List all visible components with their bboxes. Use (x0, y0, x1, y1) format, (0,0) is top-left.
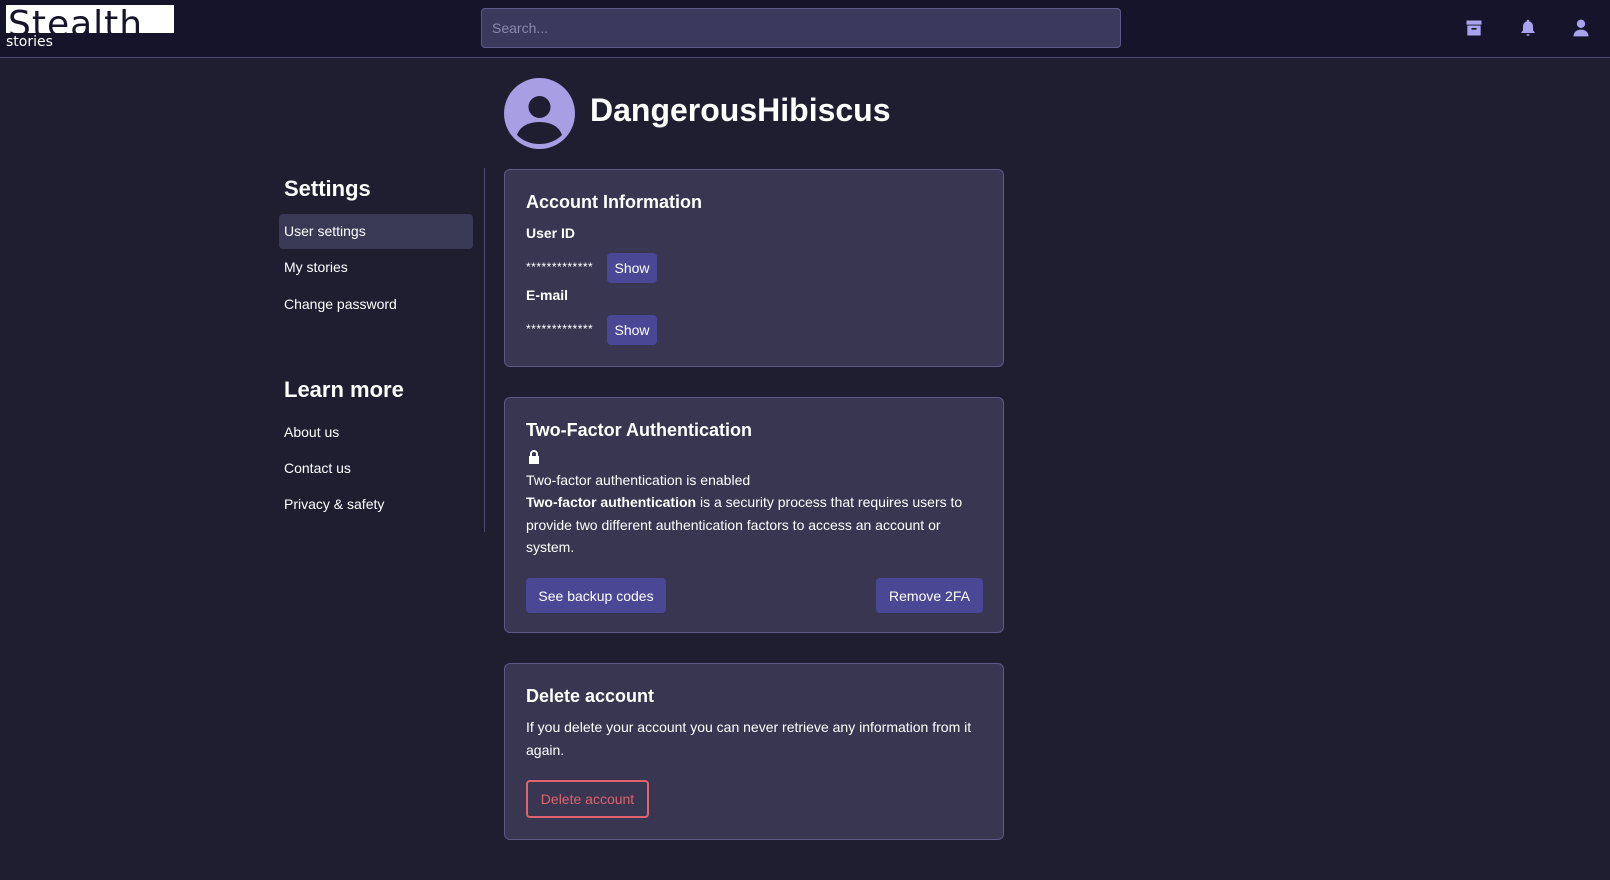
delete-account-button[interactable]: Delete account (526, 780, 649, 818)
two-factor-card: Two-Factor Authentication Two-factor aut… (504, 397, 1004, 633)
two-factor-description: Two-factor authentication is a security … (526, 491, 986, 559)
remove-2fa-button[interactable]: Remove 2FA (876, 578, 983, 613)
delete-account-card: Delete account If you delete your accoun… (504, 663, 1004, 840)
logo[interactable]: Stealth (6, 5, 174, 33)
delete-account-title: Delete account (526, 686, 655, 706)
email-label: E-mail (526, 287, 569, 303)
show-email-button[interactable]: Show (607, 315, 657, 345)
sidebar-item-my-stories[interactable]: My stories (279, 250, 473, 285)
settings-sidebar: Settings User settings My stories Change… (279, 168, 485, 532)
sidebar-item-user-settings[interactable]: User settings (279, 214, 473, 249)
lock-icon (526, 449, 542, 465)
user-id-value: ************* (526, 260, 594, 274)
top-navbar: Stealth stories (0, 0, 1610, 58)
learn-more-heading: Learn more (284, 377, 404, 402)
search-input[interactable] (481, 8, 1121, 48)
account-info-card: Account Information User ID ************… (504, 169, 1004, 367)
bell-icon[interactable] (1517, 17, 1539, 39)
sidebar-item-change-password[interactable]: Change password (279, 287, 473, 322)
sidebar-item-about-us[interactable]: About us (279, 415, 473, 450)
username: DangerousHibiscus (590, 92, 891, 128)
logo-sub-text: stories (6, 34, 53, 50)
user-icon[interactable] (1570, 17, 1592, 39)
two-factor-desc-bold: Two-factor authentication (526, 494, 697, 510)
email-value: ************* (526, 322, 594, 336)
avatar-person-icon (517, 96, 562, 144)
logo-main-text: Stealth (8, 5, 144, 33)
two-factor-title: Two-Factor Authentication (526, 420, 752, 440)
archive-icon[interactable] (1463, 17, 1485, 39)
sidebar-item-privacy-safety[interactable]: Privacy & safety (279, 487, 473, 522)
delete-account-text: If you delete your account you can never… (526, 719, 972, 758)
two-factor-status: Two-factor authentication is enabled (526, 472, 751, 488)
sidebar-item-contact-us[interactable]: Contact us (279, 451, 473, 486)
see-backup-codes-button[interactable]: See backup codes (526, 578, 666, 613)
user-id-label: User ID (526, 225, 576, 241)
settings-heading: Settings (284, 176, 371, 201)
avatar (504, 78, 575, 149)
show-user-id-button[interactable]: Show (607, 253, 657, 283)
account-info-title: Account Information (526, 192, 702, 212)
